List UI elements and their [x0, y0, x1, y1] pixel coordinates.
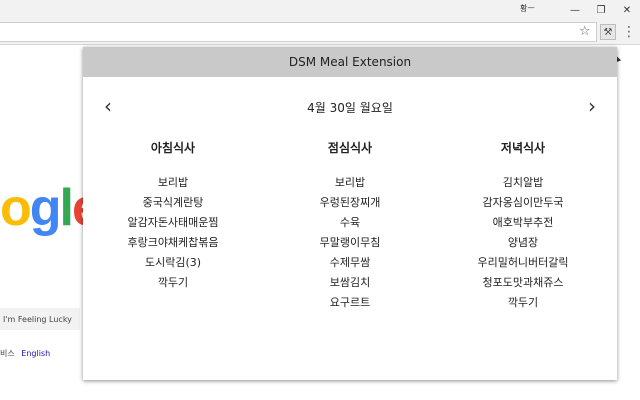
date-navigation: ‹ 4월 30일 월요일 › [83, 87, 617, 127]
meal-item: 알감자돈사태매운찜 [127, 216, 219, 229]
close-window-button[interactable]: ✕ [612, 0, 640, 20]
logo-letter: l [59, 179, 75, 237]
meal-item: 깍두기 [157, 276, 189, 289]
logo-letter: g [29, 179, 62, 237]
meal-item: 수제무쌈 [329, 256, 371, 269]
meal-columns: 아침식사 보리밥 중국식계란탕 알감자돈사태매운찜 후랑크야채케찹볶음 도시락김… [83, 139, 617, 339]
logo-letter: o [0, 179, 32, 237]
meal-column-breakfast: 아침식사 보리밥 중국식계란탕 알감자돈사태매운찜 후랑크야채케찹볶음 도시락김… [83, 139, 263, 293]
meal-item: 보리밥 [157, 176, 189, 189]
bookmark-star-icon[interactable]: ☆ [579, 24, 591, 39]
meal-item: 요구르트 [329, 296, 371, 309]
tools-icon: ⚒ [603, 26, 613, 38]
title-bar: 황ㅡ — ❐ ✕ [0, 0, 640, 20]
meal-list: 보리밥 우렁된장찌개 수육 무말랭이무침 수제무쌈 보쌈김치 요구르트 [260, 173, 440, 313]
meal-item: 애호박부추전 [492, 216, 554, 229]
popup-title: DSM Meal Extension [288, 55, 412, 69]
meal-list: 김치알밥 감자옹심이만두국 애호박부추전 양념장 우리밀허니버터갈릭 청포도맛과… [433, 173, 613, 313]
profile-label[interactable]: 황ㅡ [520, 3, 535, 14]
meal-column-title: 저녁식사 [500, 141, 546, 155]
feeling-lucky-button[interactable]: I'm Feeling Lucky [0, 308, 80, 330]
current-date: 4월 30일 월요일 [307, 100, 393, 115]
footer-links: 비스 English [0, 348, 50, 359]
meal-column-title: 점심식사 [327, 141, 373, 155]
meal-item: 중국식계란탕 [142, 196, 204, 209]
meal-item: 우리밀허니버터갈릭 [477, 256, 569, 269]
meal-item: 청포도맛과채쥬스 [482, 276, 564, 289]
chevron-right-icon: › [588, 94, 596, 118]
meal-item: 도시락김(3) [144, 256, 202, 269]
meal-item: 양념장 [507, 236, 539, 249]
meal-list: 보리밥 중국식계란탕 알감자돈사태매운찜 후랑크야채케찹볶음 도시락김(3) 깍… [83, 173, 263, 293]
next-day-button[interactable]: › [581, 93, 603, 119]
meal-item: 후랑크야채케찹볶음 [127, 236, 219, 249]
meal-item: 김치알밥 [502, 176, 544, 189]
chevron-left-icon: ‹ [104, 94, 112, 118]
meal-item: 보쌈김치 [329, 276, 371, 289]
prev-day-button[interactable]: ‹ [97, 93, 119, 119]
meal-item: 무말랭이무침 [319, 236, 381, 249]
language-link[interactable]: English [21, 349, 50, 358]
extension-icon[interactable]: ⚒ [600, 24, 616, 40]
extension-popup: DSM Meal Extension ‹ 4월 30일 월요일 › 아침식사 보… [83, 47, 617, 380]
meal-column-title: 아침식사 [150, 141, 196, 155]
meal-column-lunch: 점심식사 보리밥 우렁된장찌개 수육 무말랭이무침 수제무쌈 보쌈김치 요구르트 [260, 139, 440, 313]
popup-header: DSM Meal Extension [83, 47, 617, 77]
meal-item: 보리밥 [334, 176, 366, 189]
meal-item: 감자옹심이만두국 [482, 196, 564, 209]
address-bar[interactable] [0, 22, 597, 42]
meal-item: 수육 [339, 216, 361, 229]
meal-item: 깍두기 [507, 296, 539, 309]
browser-menu-icon[interactable]: ⋮ [622, 24, 636, 40]
footer-text[interactable]: 비스 [0, 349, 15, 358]
meal-column-dinner: 저녁식사 김치알밥 감자옹심이만두국 애호박부추전 양념장 우리밀허니버터갈릭 … [433, 139, 613, 313]
meal-item: 우렁된장찌개 [319, 196, 381, 209]
